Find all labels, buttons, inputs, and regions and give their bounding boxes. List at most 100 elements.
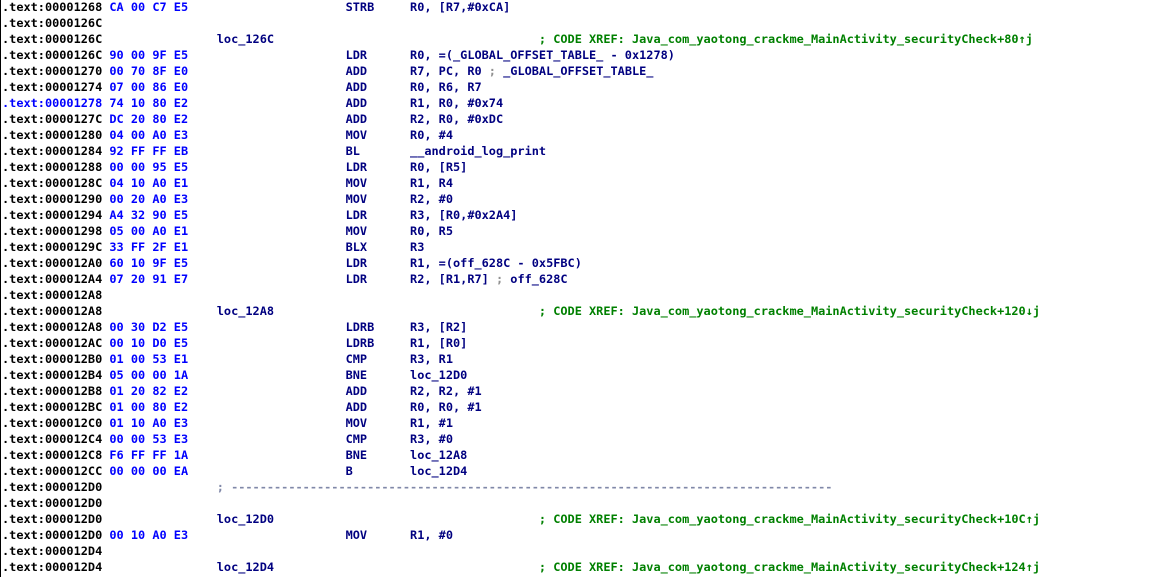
operands[interactable]: R3, #0 — [410, 431, 453, 447]
operands[interactable]: R7, PC, R0 ; _GLOBAL_OFFSET_TABLE_ — [410, 63, 653, 79]
disasm-line[interactable]: .text:00001290 00 20 A0 E3 MOV R2, #0 — [1, 191, 1152, 207]
line-address[interactable]: .text:00001278 — [2, 95, 102, 111]
line-address[interactable]: .text:000012D0 — [2, 479, 102, 495]
operands[interactable]: R1, #0 — [410, 527, 453, 543]
operands[interactable]: __android_log_print — [410, 143, 546, 159]
mnemonic[interactable]: ADD — [346, 63, 367, 79]
xref-comment[interactable]: ; CODE XREF: Java_com_yaotong_crackme_Ma… — [539, 511, 1040, 527]
code-label[interactable]: loc_12A8 — [217, 303, 274, 319]
disasm-line[interactable]: .text:000012D4 — [1, 543, 1152, 559]
operands[interactable]: R1, =(off_628C - 0x5FBC) — [410, 255, 582, 271]
disasm-line[interactable]: .text:0000126C 90 00 9F E5 LDR R0, =(_GLOBA… — [1, 47, 1152, 63]
mnemonic[interactable]: LDRB — [346, 319, 375, 335]
disasm-line[interactable]: .text:00001284 92 FF FF EB BL __android_log… — [1, 143, 1152, 159]
line-address[interactable]: .text:000012BC — [2, 399, 102, 415]
operands[interactable]: R3, R1 — [410, 351, 453, 367]
disasm-line[interactable]: .text:00001270 00 70 8F E0 ADD R7, PC, R0 ; … — [1, 63, 1152, 79]
operands[interactable]: R1, R4 — [410, 175, 453, 191]
line-address[interactable]: .text:0000126C — [2, 47, 102, 63]
line-address[interactable]: .text:000012AC — [2, 335, 102, 351]
mnemonic[interactable]: LDR — [346, 159, 367, 175]
disasm-line[interactable]: .text:00001288 00 00 95 E5 LDR R0, [R5] — [1, 159, 1152, 175]
disasm-line[interactable]: .text:000012D0 — [1, 495, 1152, 511]
mnemonic[interactable]: ADD — [346, 383, 367, 399]
mnemonic[interactable]: ADD — [346, 111, 367, 127]
operands[interactable]: R0, R5 — [410, 223, 453, 239]
operands[interactable]: R3, [R2] — [410, 319, 467, 335]
line-address[interactable]: .text:000012D4 — [2, 559, 102, 575]
disassembly-view[interactable]: .text:00001268 CA 00 C7 E5 STRB R0, [R7,#0x… — [0, 0, 1152, 577]
disasm-line[interactable]: .text:000012A4 07 20 91 E7 LDR R2, [R1,R7];… — [1, 271, 1152, 287]
disasm-line[interactable]: .text:000012B4 05 00 00 1A BNE loc_12D0 — [1, 367, 1152, 383]
disasm-line[interactable]: .text:000012C4 00 00 53 E3 CMP R3, #0 — [1, 431, 1152, 447]
line-address[interactable]: .text:000012D0 — [2, 495, 102, 511]
line-address[interactable]: .text:000012C4 — [2, 431, 102, 447]
line-address[interactable]: .text:000012A8 — [2, 319, 102, 335]
mnemonic[interactable]: STRB — [346, 0, 375, 15]
operands[interactable]: R1, R0, #0x74 — [410, 95, 503, 111]
line-address[interactable]: .text:000012C8 — [2, 447, 102, 463]
line-address[interactable]: .text:000012A0 — [2, 255, 102, 271]
disasm-line[interactable]: .text:0000126C — [1, 15, 1152, 31]
disasm-line[interactable]: .text:000012CC 00 00 00 EA Bloc_12D4 — [1, 463, 1152, 479]
line-address[interactable]: .text:000012D0 — [2, 511, 102, 527]
mnemonic[interactable]: MOV — [346, 127, 367, 143]
mnemonic[interactable]: CMP — [346, 351, 367, 367]
disasm-line[interactable]: .text:000012D0 00 10 A0 E3 MOV R1, #0 — [1, 527, 1152, 543]
mnemonic[interactable]: ADD — [346, 95, 367, 111]
disasm-line[interactable]: .text:0000126C loc_126C ; CODE XREF: Java_… — [1, 31, 1152, 47]
operands[interactable]: R0, R6, R7 — [410, 79, 482, 95]
operands[interactable]: R0, R0, #1 — [410, 399, 482, 415]
line-address[interactable]: .text:000012A4 — [2, 271, 102, 287]
line-address[interactable]: .text:00001274 — [2, 79, 102, 95]
disasm-line[interactable]: .text:000012A8 loc_12A8 ; CODE XREF: Java_… — [1, 303, 1152, 319]
mnemonic[interactable]: LDR — [346, 47, 367, 63]
operands[interactable]: loc_12A8 — [410, 447, 467, 463]
line-address[interactable]: .text:000012CC — [2, 463, 102, 479]
operands[interactable]: R2, [R1,R7] ; off_628C — [410, 271, 568, 287]
mnemonic[interactable]: MOV — [346, 191, 367, 207]
disasm-line[interactable]: .text:00001278 74 10 80 E2 ADD R1, R0, #0x7… — [1, 95, 1152, 111]
line-address[interactable]: .text:000012B4 — [2, 367, 102, 383]
disasm-line[interactable]: .text:0000127C DC 20 80 E2 ADD R2, R0, #0xD… — [1, 111, 1152, 127]
code-label[interactable]: loc_126C — [217, 31, 274, 47]
operands[interactable]: R2, R0, #0xDC — [410, 111, 503, 127]
mnemonic[interactable]: BNE — [346, 367, 367, 383]
mnemonic[interactable]: BNE — [346, 447, 367, 463]
line-address[interactable]: .text:00001268 — [2, 0, 102, 15]
mnemonic[interactable]: ADD — [346, 79, 367, 95]
disasm-line[interactable]: .text:000012D0 ; ------------------------… — [1, 479, 1152, 495]
disasm-line[interactable]: .text:000012C8 F6 FF FF 1A BNE loc_12A8 — [1, 447, 1152, 463]
mnemonic[interactable]: LDRB — [346, 335, 375, 351]
line-address[interactable]: .text:000012B8 — [2, 383, 102, 399]
line-address[interactable]: .text:00001284 — [2, 143, 102, 159]
operands[interactable]: R3 — [410, 239, 424, 255]
mnemonic[interactable]: B — [346, 463, 353, 479]
disasm-line[interactable]: .text:0000129C 33 FF 2F E1 BLX R3 — [1, 239, 1152, 255]
disasm-line[interactable]: .text:000012D4 loc_12D4 ; CODE XREF: Java_… — [1, 559, 1152, 575]
operands[interactable]: R1, #1 — [410, 415, 453, 431]
line-address[interactable]: .text:000012A8 — [2, 287, 102, 303]
mnemonic[interactable]: MOV — [346, 415, 367, 431]
line-address[interactable]: .text:000012D0 — [2, 527, 102, 543]
line-address[interactable]: .text:0000128C — [2, 175, 102, 191]
line-address[interactable]: .text:000012D4 — [2, 543, 102, 559]
disasm-line[interactable]: .text:00001294 A4 32 90 E5 LDR R3, [R0,#0x2… — [1, 207, 1152, 223]
operands[interactable]: R0, #4 — [410, 127, 453, 143]
xref-comment[interactable]: ; CODE XREF: Java_com_yaotong_crackme_Ma… — [539, 559, 1040, 575]
operands[interactable]: R2, #0 — [410, 191, 453, 207]
line-address[interactable]: .text:00001298 — [2, 223, 102, 239]
mnemonic[interactable]: MOV — [346, 223, 367, 239]
disasm-line[interactable]: .text:000012A8 00 30 D2 E5 LDRB R3, [R2] — [1, 319, 1152, 335]
mnemonic[interactable]: BLX — [346, 239, 367, 255]
line-address[interactable]: .text:00001270 — [2, 63, 102, 79]
disasm-line[interactable]: .text:000012A0 60 10 9F E5 LDR R1, =(off_62… — [1, 255, 1152, 271]
line-address[interactable]: .text:000012B0 — [2, 351, 102, 367]
line-address[interactable]: .text:00001280 — [2, 127, 102, 143]
xref-comment[interactable]: ; CODE XREF: Java_com_yaotong_crackme_Ma… — [539, 303, 1040, 319]
mnemonic[interactable]: MOV — [346, 175, 367, 191]
operands[interactable]: loc_12D4 — [410, 463, 467, 479]
line-address[interactable]: .text:0000126C — [2, 15, 102, 31]
xref-comment[interactable]: ; CODE XREF: Java_com_yaotong_crackme_Ma… — [539, 31, 1033, 47]
mnemonic[interactable]: MOV — [346, 527, 367, 543]
